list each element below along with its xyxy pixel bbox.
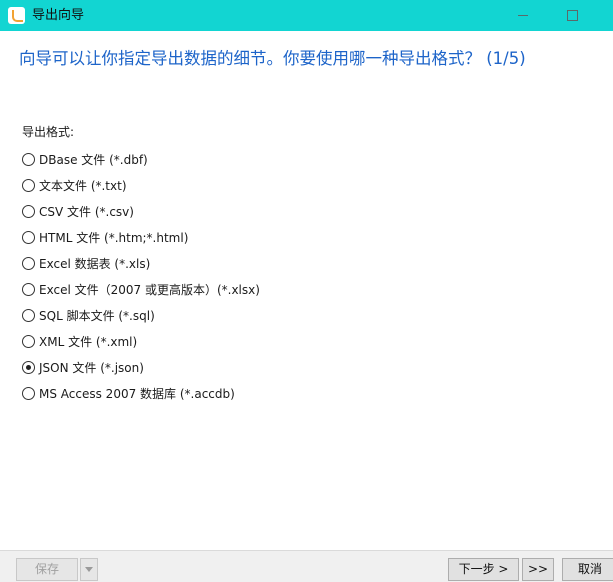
format-option-label: JSON 文件 (*.json) xyxy=(39,360,144,375)
radio-button[interactable] xyxy=(22,178,35,192)
radio-button[interactable] xyxy=(22,230,35,244)
app-logo-icon xyxy=(8,7,25,24)
format-option-html[interactable]: HTML 文件 (*.htm;*.html) xyxy=(22,224,260,250)
cancel-button[interactable]: 取消 xyxy=(562,558,613,581)
format-option-json[interactable]: JSON 文件 (*.json) xyxy=(22,354,260,380)
window-title: 导出向导 xyxy=(32,8,85,23)
radio-button[interactable] xyxy=(22,334,35,348)
radio-button[interactable] xyxy=(22,152,35,166)
format-option-sql[interactable]: SQL 脚本文件 (*.sql) xyxy=(22,302,260,328)
chevron-down-icon[interactable] xyxy=(80,558,98,581)
wizard-question: 向导可以让你指定导出数据的细节。你要使用哪一种导出格式？ (1/5) xyxy=(19,49,526,68)
format-option-text[interactable]: 文本文件 (*.txt) xyxy=(22,172,260,198)
format-option-excel-xls[interactable]: Excel 数据表 (*.xls) xyxy=(22,250,260,276)
format-option-label: HTML 文件 (*.htm;*.html) xyxy=(39,230,189,245)
format-option-label: MS Access 2007 数据库 (*.accdb) xyxy=(39,386,235,401)
radio-button-selected[interactable] xyxy=(22,360,35,374)
minimize-button[interactable] xyxy=(500,0,546,31)
title-bar: 导出向导 xyxy=(0,0,613,31)
format-option-excel-xlsx[interactable]: Excel 文件（2007 或更高版本）(*.xlsx) xyxy=(22,276,260,302)
format-option-csv[interactable]: CSV 文件 (*.csv) xyxy=(22,198,260,224)
radio-button[interactable] xyxy=(22,256,35,270)
export-format-label: 导出格式: xyxy=(22,125,75,139)
format-option-xml[interactable]: XML 文件 (*.xml) xyxy=(22,328,260,354)
export-format-options: DBase 文件 (*.dbf) 文本文件 (*.txt) CSV 文件 (*.… xyxy=(22,146,260,406)
format-option-label: DBase 文件 (*.dbf) xyxy=(39,152,148,167)
format-option-label: 文本文件 (*.txt) xyxy=(39,178,127,193)
next-button[interactable]: 下一步 > xyxy=(448,558,519,581)
maximize-button[interactable] xyxy=(548,0,594,31)
format-option-label: CSV 文件 (*.csv) xyxy=(39,204,134,219)
radio-button[interactable] xyxy=(22,204,35,218)
radio-button[interactable] xyxy=(22,386,35,400)
format-option-label: SQL 脚本文件 (*.sql) xyxy=(39,308,155,323)
format-option-dbase[interactable]: DBase 文件 (*.dbf) xyxy=(22,146,260,172)
radio-button[interactable] xyxy=(22,282,35,296)
format-option-access[interactable]: MS Access 2007 数据库 (*.accdb) xyxy=(22,380,260,406)
format-option-label: XML 文件 (*.xml) xyxy=(39,334,138,349)
radio-button[interactable] xyxy=(22,308,35,322)
format-option-label: Excel 文件（2007 或更高版本）(*.xlsx) xyxy=(39,282,260,297)
format-option-label: Excel 数据表 (*.xls) xyxy=(39,256,151,271)
save-button[interactable]: 保存 xyxy=(16,558,78,581)
last-step-button[interactable]: >> xyxy=(522,558,554,581)
